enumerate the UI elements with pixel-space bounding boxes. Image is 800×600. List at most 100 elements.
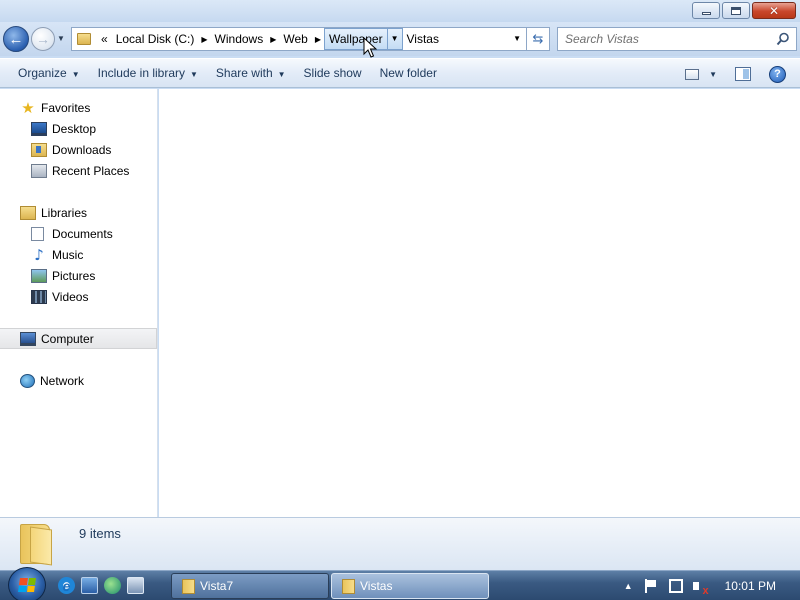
breadcrumb-vistas[interactable]: Vistas (403, 28, 443, 50)
folder-icon (20, 524, 54, 566)
include-in-library-button[interactable]: Include in library ▼ (89, 61, 207, 85)
show-desktop-icon[interactable] (81, 577, 98, 594)
share-with-button[interactable]: Share with ▼ (207, 61, 295, 85)
windows-logo-icon (18, 578, 36, 592)
breadcrumb-windows[interactable]: Windows (211, 28, 268, 50)
maximize-button[interactable] (722, 2, 750, 19)
taskbar-button-vista7[interactable]: Vista7 (171, 573, 329, 599)
chevron-down-icon: ▼ (71, 70, 80, 79)
new-folder-button[interactable]: New folder (371, 61, 446, 85)
network-app-icon[interactable] (127, 577, 144, 594)
network-monitor-icon[interactable] (668, 578, 683, 593)
preview-pane-icon[interactable] (735, 67, 751, 81)
navigation-row: ← → ▼ « Local Disk (C:) ▶ Windows ▶ Web … (0, 22, 800, 56)
recent-pages-dropdown[interactable]: ▼ (57, 34, 65, 43)
nav-computer-label: Computer (41, 331, 94, 346)
slide-show-label: Slide show (303, 66, 362, 80)
nav-desktop[interactable]: Desktop (0, 118, 157, 139)
minimize-button[interactable] (692, 2, 720, 19)
nav-videos[interactable]: Videos (0, 286, 157, 307)
breadcrumb-overflow[interactable]: « (97, 28, 112, 50)
recent-places-icon (31, 163, 47, 178)
computer-icon (20, 331, 36, 346)
taskbar-button-label: Vistas (360, 579, 393, 593)
breadcrumb-wallpaper[interactable]: Wallpaper (324, 28, 388, 50)
view-controls: ▼ ? (685, 59, 800, 89)
search-icon[interactable] (776, 32, 790, 46)
refresh-icon: ⇆ (532, 31, 544, 47)
nav-music-label: Music (52, 247, 84, 262)
start-button[interactable] (8, 567, 46, 600)
nav-libraries[interactable]: Libraries (0, 202, 157, 223)
maximize-icon (731, 6, 741, 15)
change-view-icon[interactable] (685, 68, 700, 80)
refresh-button[interactable]: ⇆ (527, 27, 550, 51)
nav-videos-label: Videos (52, 289, 89, 304)
close-button[interactable]: ✕ (752, 2, 796, 19)
internet-explorer-icon[interactable]: e (58, 577, 75, 594)
nav-libraries-label: Libraries (41, 205, 88, 220)
title-bar: ✕ (0, 0, 800, 22)
close-icon: ✕ (768, 3, 780, 18)
file-list-pane[interactable] (159, 89, 800, 517)
action-center-flag-icon[interactable] (644, 578, 659, 593)
chevron-down-icon: ▼ (277, 70, 286, 79)
documents-icon (31, 226, 44, 241)
address-bar[interactable]: « Local Disk (C:) ▶ Windows ▶ Web ▶ Wall… (71, 27, 527, 51)
new-folder-label: New folder (379, 66, 437, 80)
slide-show-button[interactable]: Slide show (295, 61, 371, 85)
nav-recent-places[interactable]: Recent Places (0, 160, 157, 181)
organize-label: Organize (18, 66, 67, 80)
breadcrumb-local-disk[interactable]: Local Disk (C:) (112, 28, 199, 50)
view-options-dropdown-icon[interactable]: ▼ (709, 70, 717, 79)
search-input[interactable] (558, 28, 770, 50)
nav-computer[interactable]: Computer (0, 328, 157, 349)
breadcrumb-separator-icon[interactable]: ▶ (312, 35, 324, 44)
caption-buttons: ✕ (690, 2, 796, 19)
star-icon: ★ (21, 98, 35, 117)
nav-pictures[interactable]: Pictures (0, 265, 157, 286)
search-box[interactable] (557, 27, 797, 51)
nav-favorites[interactable]: ★ Favorites (0, 97, 157, 118)
organize-button[interactable]: Organize ▼ (9, 61, 89, 85)
libraries-icon (20, 205, 36, 220)
nav-network-label: Network (40, 373, 85, 388)
back-arrow-icon: ← (8, 30, 24, 48)
chevron-down-icon: ▼ (190, 70, 198, 79)
nav-favorites-label: Favorites (41, 100, 91, 115)
back-button[interactable]: ← (3, 26, 29, 52)
network-icon (20, 373, 35, 388)
share-with-label: Share with (215, 66, 273, 80)
taskbar-button-vistas[interactable]: Vistas (331, 573, 489, 599)
navigation-pane: ★ Favorites Desktop Downloads Recent Pla… (0, 89, 158, 517)
nav-desktop-label: Desktop (52, 121, 97, 136)
address-dropdown-icon[interactable]: ▼ (513, 34, 521, 43)
system-tray: ▲ 10:01 PM (624, 571, 800, 600)
nav-network[interactable]: Network (0, 370, 157, 391)
folder-icon (77, 33, 91, 45)
breadcrumb-dropdown-icon[interactable]: ▼ (387, 28, 403, 50)
clock[interactable]: 10:01 PM (725, 579, 776, 593)
nav-music[interactable]: ♪ Music (0, 244, 157, 265)
breadcrumb-separator-icon[interactable]: ▶ (198, 35, 210, 44)
nav-downloads[interactable]: Downloads (0, 139, 157, 160)
command-bar: Organize ▼ Include in library ▼ Share with… (0, 58, 800, 88)
show-hidden-icons-icon[interactable]: ▲ (624, 581, 633, 591)
desktop-icon (31, 121, 47, 136)
folder-icon (182, 578, 195, 594)
downloads-icon (31, 142, 47, 157)
folder-icon (342, 578, 355, 594)
taskbar: e Vista7 Vistas ▲ 10:01 PM (0, 567, 800, 600)
taskbar-button-label: Vista7 (200, 579, 234, 593)
breadcrumb-web[interactable]: Web (279, 28, 311, 50)
help-icon[interactable]: ? (769, 65, 786, 83)
nav-documents[interactable]: Documents (0, 223, 157, 244)
breadcrumb-separator-icon[interactable]: ▶ (267, 35, 279, 44)
minimize-icon (701, 12, 711, 15)
details-pane: 9 items (0, 517, 800, 570)
volume-muted-icon[interactable] (692, 579, 709, 597)
media-player-icon[interactable] (104, 577, 121, 594)
item-count: 9 items (79, 526, 121, 541)
forward-arrow-icon: → (36, 31, 50, 47)
forward-button[interactable]: → (31, 27, 55, 51)
